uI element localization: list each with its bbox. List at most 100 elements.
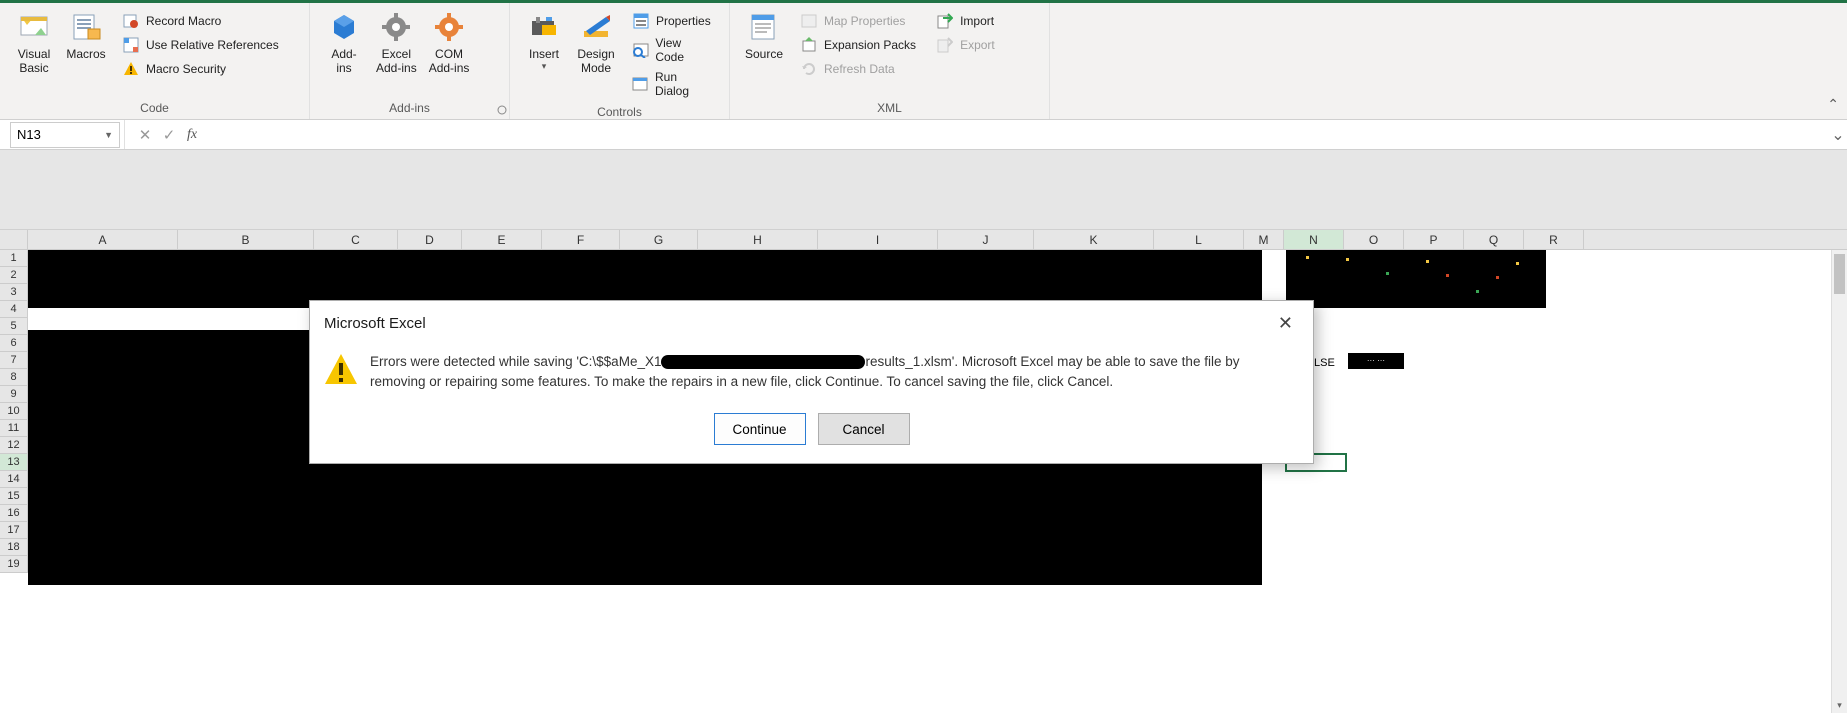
column-header-B[interactable]: B — [178, 230, 314, 249]
column-header-L[interactable]: L — [1154, 230, 1244, 249]
column-header-I[interactable]: I — [818, 230, 938, 249]
refresh-data-button: Refresh Data — [794, 57, 922, 81]
row-header-13[interactable]: 13 — [0, 454, 27, 471]
row-header-16[interactable]: 16 — [0, 505, 27, 522]
ribbon-group-code: Visual Basic Macros Record Macro Use Rel… — [0, 3, 310, 119]
column-header-H[interactable]: H — [698, 230, 818, 249]
formula-bar-expanded-area — [0, 150, 1847, 230]
column-header-G[interactable]: G — [620, 230, 698, 249]
map-properties-label: Map Properties — [824, 14, 905, 28]
properties-button[interactable]: Properties — [626, 9, 717, 33]
map-properties-icon — [800, 12, 818, 30]
column-header-C[interactable]: C — [314, 230, 398, 249]
name-box-value: N13 — [17, 127, 41, 142]
row-header-17[interactable]: 17 — [0, 522, 27, 539]
vertical-scrollbar[interactable]: ▴ ▾ — [1831, 250, 1847, 713]
addins-button[interactable]: Add- ins — [318, 7, 370, 78]
row-header-4[interactable]: 4 — [0, 301, 27, 318]
row-header-15[interactable]: 15 — [0, 488, 27, 505]
scroll-down-button[interactable]: ▾ — [1832, 697, 1847, 713]
visual-basic-label: Visual Basic — [18, 47, 50, 76]
row-header-9[interactable]: 9 — [0, 386, 27, 403]
column-header-F[interactable]: F — [542, 230, 620, 249]
visual-basic-button[interactable]: Visual Basic — [8, 7, 60, 78]
source-button[interactable]: Source — [738, 7, 790, 63]
row-header-3[interactable]: 3 — [0, 284, 27, 301]
row-headers: 12345678910111213141516171819 — [0, 250, 28, 573]
record-macro-button[interactable]: Record Macro — [116, 9, 285, 33]
formula-bar-expand-button[interactable]: ⌄ — [1829, 125, 1847, 145]
name-box-dropdown-icon[interactable]: ▼ — [104, 130, 113, 140]
insert-function-button[interactable]: fx — [181, 127, 203, 143]
formula-cancel-button[interactable]: ✕ — [133, 126, 157, 144]
ribbon-group-xml: Source Map Properties Expansion Packs Re… — [730, 3, 1050, 119]
row-header-8[interactable]: 8 — [0, 369, 27, 386]
row-header-1[interactable]: 1 — [0, 250, 27, 267]
row-header-14[interactable]: 14 — [0, 471, 27, 488]
run-dialog-button[interactable]: Run Dialog — [626, 67, 717, 101]
com-addins-button[interactable]: COM Add-ins — [423, 7, 476, 78]
row-header-12[interactable]: 12 — [0, 437, 27, 454]
dialog-close-button[interactable]: ✕ — [1272, 311, 1299, 336]
insert-label: Insert — [529, 47, 559, 61]
column-header-E[interactable]: E — [462, 230, 542, 249]
expansion-packs-button[interactable]: Expansion Packs — [794, 33, 922, 57]
dialog-title: Microsoft Excel — [324, 315, 426, 332]
column-header-A[interactable]: A — [28, 230, 178, 249]
column-header-J[interactable]: J — [938, 230, 1034, 249]
row-header-5[interactable]: 5 — [0, 318, 27, 335]
expansion-packs-icon — [800, 36, 818, 54]
column-header-N[interactable]: N — [1284, 230, 1344, 249]
addins-dialog-launcher[interactable] — [497, 105, 507, 115]
macro-security-icon — [122, 60, 140, 78]
refresh-data-icon — [800, 60, 818, 78]
column-header-O[interactable]: O — [1344, 230, 1404, 249]
design-mode-icon — [578, 9, 614, 45]
row-header-19[interactable]: 19 — [0, 556, 27, 573]
insert-button[interactable]: Insert ▾ — [518, 7, 570, 74]
row-header-2[interactable]: 2 — [0, 267, 27, 284]
name-box[interactable]: N13 ▼ — [10, 122, 120, 148]
column-header-D[interactable]: D — [398, 230, 462, 249]
column-header-M[interactable]: M — [1244, 230, 1284, 249]
warning-icon — [324, 352, 358, 386]
import-button[interactable]: Import — [930, 9, 1001, 33]
row-header-18[interactable]: 18 — [0, 539, 27, 556]
expansion-packs-label: Expansion Packs — [824, 38, 916, 52]
record-macro-icon — [122, 12, 140, 30]
macro-security-button[interactable]: Macro Security — [116, 57, 285, 81]
use-relative-references-button[interactable]: Use Relative References — [116, 33, 285, 57]
column-header-K[interactable]: K — [1034, 230, 1154, 249]
formula-enter-button[interactable]: ✓ — [157, 126, 181, 144]
collapse-ribbon-button[interactable]: ⌃ — [1827, 96, 1839, 113]
com-addins-label: COM Add-ins — [429, 47, 470, 76]
dialog-text-pre: Errors were detected while saving 'C:\$$… — [370, 354, 661, 369]
map-properties-button: Map Properties — [794, 9, 922, 33]
ribbon-group-controls: Insert ▾ Design Mode Properties View Cod… — [510, 3, 730, 119]
ribbon-developer-tab: Visual Basic Macros Record Macro Use Rel… — [0, 0, 1847, 120]
error-dialog: Microsoft Excel ✕ Errors were detected w… — [309, 300, 1314, 464]
column-header-P[interactable]: P — [1404, 230, 1464, 249]
scrollbar-thumb[interactable] — [1834, 254, 1845, 294]
column-header-R[interactable]: R — [1524, 230, 1584, 249]
row-header-11[interactable]: 11 — [0, 420, 27, 437]
macros-icon — [68, 9, 104, 45]
source-icon — [746, 9, 782, 45]
design-mode-button[interactable]: Design Mode — [570, 7, 622, 78]
continue-button[interactable]: Continue — [714, 413, 806, 445]
insert-controls-icon — [526, 9, 562, 45]
column-header-Q[interactable]: Q — [1464, 230, 1524, 249]
formula-input[interactable] — [211, 120, 1829, 149]
redacted-path — [661, 355, 865, 369]
view-code-button[interactable]: View Code — [626, 33, 717, 67]
properties-label: Properties — [656, 14, 711, 28]
excel-addins-button[interactable]: Excel Add-ins — [370, 7, 423, 78]
select-all-corner[interactable] — [0, 230, 28, 249]
design-mode-label: Design Mode — [577, 47, 614, 76]
row-header-7[interactable]: 7 — [0, 352, 27, 369]
row-header-10[interactable]: 10 — [0, 403, 27, 420]
row-header-6[interactable]: 6 — [0, 335, 27, 352]
cancel-button[interactable]: Cancel — [818, 413, 910, 445]
macros-button[interactable]: Macros — [60, 7, 112, 63]
import-label: Import — [960, 14, 994, 28]
